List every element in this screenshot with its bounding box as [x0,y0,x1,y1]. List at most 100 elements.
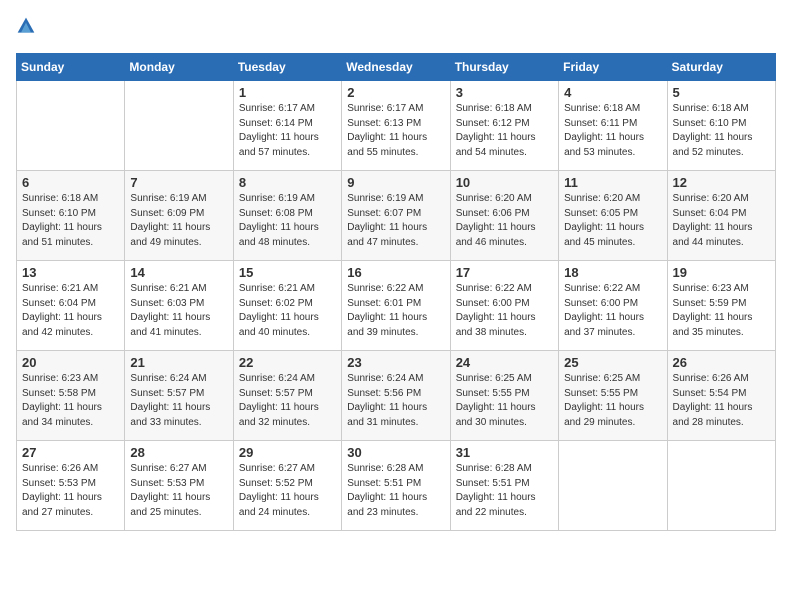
day-number: 16 [347,265,444,280]
day-number: 21 [130,355,227,370]
day-number: 17 [456,265,553,280]
day-number: 27 [22,445,119,460]
calendar-header-monday: Monday [125,54,233,81]
day-number: 5 [673,85,770,100]
day-info: Sunrise: 6:22 AM Sunset: 6:00 PM Dayligh… [564,282,661,340]
calendar-week-row: 27 Sunrise: 6:26 AM Sunset: 5:53 PM Dayli… [17,441,776,531]
calendar-cell: 1 Sunrise: 6:17 AM Sunset: 6:14 PM Daylig… [233,81,341,171]
calendar-header-saturday: Saturday [667,54,775,81]
day-info: Sunrise: 6:26 AM Sunset: 5:53 PM Dayligh… [22,462,119,520]
day-info: Sunrise: 6:22 AM Sunset: 6:01 PM Dayligh… [347,282,444,340]
day-number: 31 [456,445,553,460]
day-info: Sunrise: 6:18 AM Sunset: 6:10 PM Dayligh… [673,102,770,160]
day-info: Sunrise: 6:28 AM Sunset: 5:51 PM Dayligh… [456,462,553,520]
day-info: Sunrise: 6:17 AM Sunset: 6:14 PM Dayligh… [239,102,336,160]
calendar-cell: 16 Sunrise: 6:22 AM Sunset: 6:01 PM Dayli… [342,261,450,351]
day-number: 30 [347,445,444,460]
calendar-cell: 20 Sunrise: 6:23 AM Sunset: 5:58 PM Dayli… [17,351,125,441]
calendar-cell: 23 Sunrise: 6:24 AM Sunset: 5:56 PM Dayli… [342,351,450,441]
calendar-week-row: 20 Sunrise: 6:23 AM Sunset: 5:58 PM Dayli… [17,351,776,441]
calendar-cell [559,441,667,531]
calendar-cell [667,441,775,531]
calendar-cell: 17Sunrise: 6:22 AM Sunset: 6:00 PM Dayli… [450,261,558,351]
logo [16,16,40,41]
day-info: Sunrise: 6:18 AM Sunset: 6:11 PM Dayligh… [564,102,661,160]
calendar-cell: 31 Sunrise: 6:28 AM Sunset: 5:51 PM Dayli… [450,441,558,531]
calendar-table: SundayMondayTuesdayWednesdayThursdayFrid… [16,53,776,531]
day-number: 13 [22,265,119,280]
calendar-cell: 27 Sunrise: 6:26 AM Sunset: 5:53 PM Dayli… [17,441,125,531]
day-info: Sunrise: 6:19 AM Sunset: 6:08 PM Dayligh… [239,192,336,250]
day-info: Sunrise: 6:17 AM Sunset: 6:13 PM Dayligh… [347,102,444,160]
day-number: 12 [673,175,770,190]
calendar-cell: 24 Sunrise: 6:25 AM Sunset: 5:55 PM Dayli… [450,351,558,441]
day-number: 11 [564,175,661,190]
day-number: 9 [347,175,444,190]
day-number: 2 [347,85,444,100]
calendar-cell [125,81,233,171]
day-info: Sunrise: 6:23 AM Sunset: 5:58 PM Dayligh… [22,372,119,430]
day-number: 20 [22,355,119,370]
calendar-cell: 14Sunrise: 6:21 AM Sunset: 6:03 PM Dayli… [125,261,233,351]
calendar-cell: 26 Sunrise: 6:26 AM Sunset: 5:54 PM Dayli… [667,351,775,441]
calendar-cell: 30 Sunrise: 6:28 AM Sunset: 5:51 PM Dayli… [342,441,450,531]
day-info: Sunrise: 6:25 AM Sunset: 5:55 PM Dayligh… [564,372,661,430]
day-info: Sunrise: 6:20 AM Sunset: 6:05 PM Dayligh… [564,192,661,250]
day-number: 7 [130,175,227,190]
calendar-cell: 7 Sunrise: 6:19 AM Sunset: 6:09 PM Daylig… [125,171,233,261]
page-header [16,16,776,41]
day-number: 3 [456,85,553,100]
day-info: Sunrise: 6:19 AM Sunset: 6:09 PM Dayligh… [130,192,227,250]
day-info: Sunrise: 6:24 AM Sunset: 5:57 PM Dayligh… [239,372,336,430]
calendar-cell: 21 Sunrise: 6:24 AM Sunset: 5:57 PM Dayli… [125,351,233,441]
day-number: 1 [239,85,336,100]
calendar-cell: 5 Sunrise: 6:18 AM Sunset: 6:10 PM Daylig… [667,81,775,171]
calendar-cell: 2 Sunrise: 6:17 AM Sunset: 6:13 PM Daylig… [342,81,450,171]
calendar-cell: 13 Sunrise: 6:21 AM Sunset: 6:04 PM Dayli… [17,261,125,351]
day-info: Sunrise: 6:28 AM Sunset: 5:51 PM Dayligh… [347,462,444,520]
calendar-cell: 28Sunrise: 6:27 AM Sunset: 5:53 PM Dayli… [125,441,233,531]
calendar-cell: 11 Sunrise: 6:20 AM Sunset: 6:05 PM Dayli… [559,171,667,261]
calendar-cell: 22Sunrise: 6:24 AM Sunset: 5:57 PM Dayli… [233,351,341,441]
calendar-header-sunday: Sunday [17,54,125,81]
day-info: Sunrise: 6:26 AM Sunset: 5:54 PM Dayligh… [673,372,770,430]
day-number: 23 [347,355,444,370]
calendar-cell: 9 Sunrise: 6:19 AM Sunset: 6:07 PM Daylig… [342,171,450,261]
calendar-cell: 10 Sunrise: 6:20 AM Sunset: 6:06 PM Dayli… [450,171,558,261]
day-number: 24 [456,355,553,370]
day-info: Sunrise: 6:27 AM Sunset: 5:53 PM Dayligh… [130,462,227,520]
day-info: Sunrise: 6:24 AM Sunset: 5:57 PM Dayligh… [130,372,227,430]
day-info: Sunrise: 6:20 AM Sunset: 6:06 PM Dayligh… [456,192,553,250]
calendar-header-row: SundayMondayTuesdayWednesdayThursdayFrid… [17,54,776,81]
calendar-header-friday: Friday [559,54,667,81]
calendar-cell [17,81,125,171]
calendar-cell: 25 Sunrise: 6:25 AM Sunset: 5:55 PM Dayli… [559,351,667,441]
calendar-cell: 3 Sunrise: 6:18 AM Sunset: 6:12 PM Daylig… [450,81,558,171]
calendar-header-tuesday: Tuesday [233,54,341,81]
day-number: 10 [456,175,553,190]
day-info: Sunrise: 6:19 AM Sunset: 6:07 PM Dayligh… [347,192,444,250]
day-number: 25 [564,355,661,370]
day-info: Sunrise: 6:21 AM Sunset: 6:02 PM Dayligh… [239,282,336,340]
day-info: Sunrise: 6:27 AM Sunset: 5:52 PM Dayligh… [239,462,336,520]
day-number: 15 [239,265,336,280]
day-info: Sunrise: 6:21 AM Sunset: 6:04 PM Dayligh… [22,282,119,340]
day-number: 26 [673,355,770,370]
calendar-header-wednesday: Wednesday [342,54,450,81]
day-info: Sunrise: 6:24 AM Sunset: 5:56 PM Dayligh… [347,372,444,430]
calendar-week-row: 1 Sunrise: 6:17 AM Sunset: 6:14 PM Daylig… [17,81,776,171]
day-number: 19 [673,265,770,280]
day-info: Sunrise: 6:18 AM Sunset: 6:10 PM Dayligh… [22,192,119,250]
day-number: 4 [564,85,661,100]
day-number: 8 [239,175,336,190]
day-info: Sunrise: 6:18 AM Sunset: 6:12 PM Dayligh… [456,102,553,160]
day-number: 6 [22,175,119,190]
calendar-cell: 6 Sunrise: 6:18 AM Sunset: 6:10 PM Daylig… [17,171,125,261]
calendar-cell: 15 Sunrise: 6:21 AM Sunset: 6:02 PM Dayli… [233,261,341,351]
calendar-week-row: 6 Sunrise: 6:18 AM Sunset: 6:10 PM Daylig… [17,171,776,261]
calendar-header-thursday: Thursday [450,54,558,81]
day-info: Sunrise: 6:25 AM Sunset: 5:55 PM Dayligh… [456,372,553,430]
day-number: 18 [564,265,661,280]
calendar-cell: 29Sunrise: 6:27 AM Sunset: 5:52 PM Dayli… [233,441,341,531]
day-info: Sunrise: 6:23 AM Sunset: 5:59 PM Dayligh… [673,282,770,340]
